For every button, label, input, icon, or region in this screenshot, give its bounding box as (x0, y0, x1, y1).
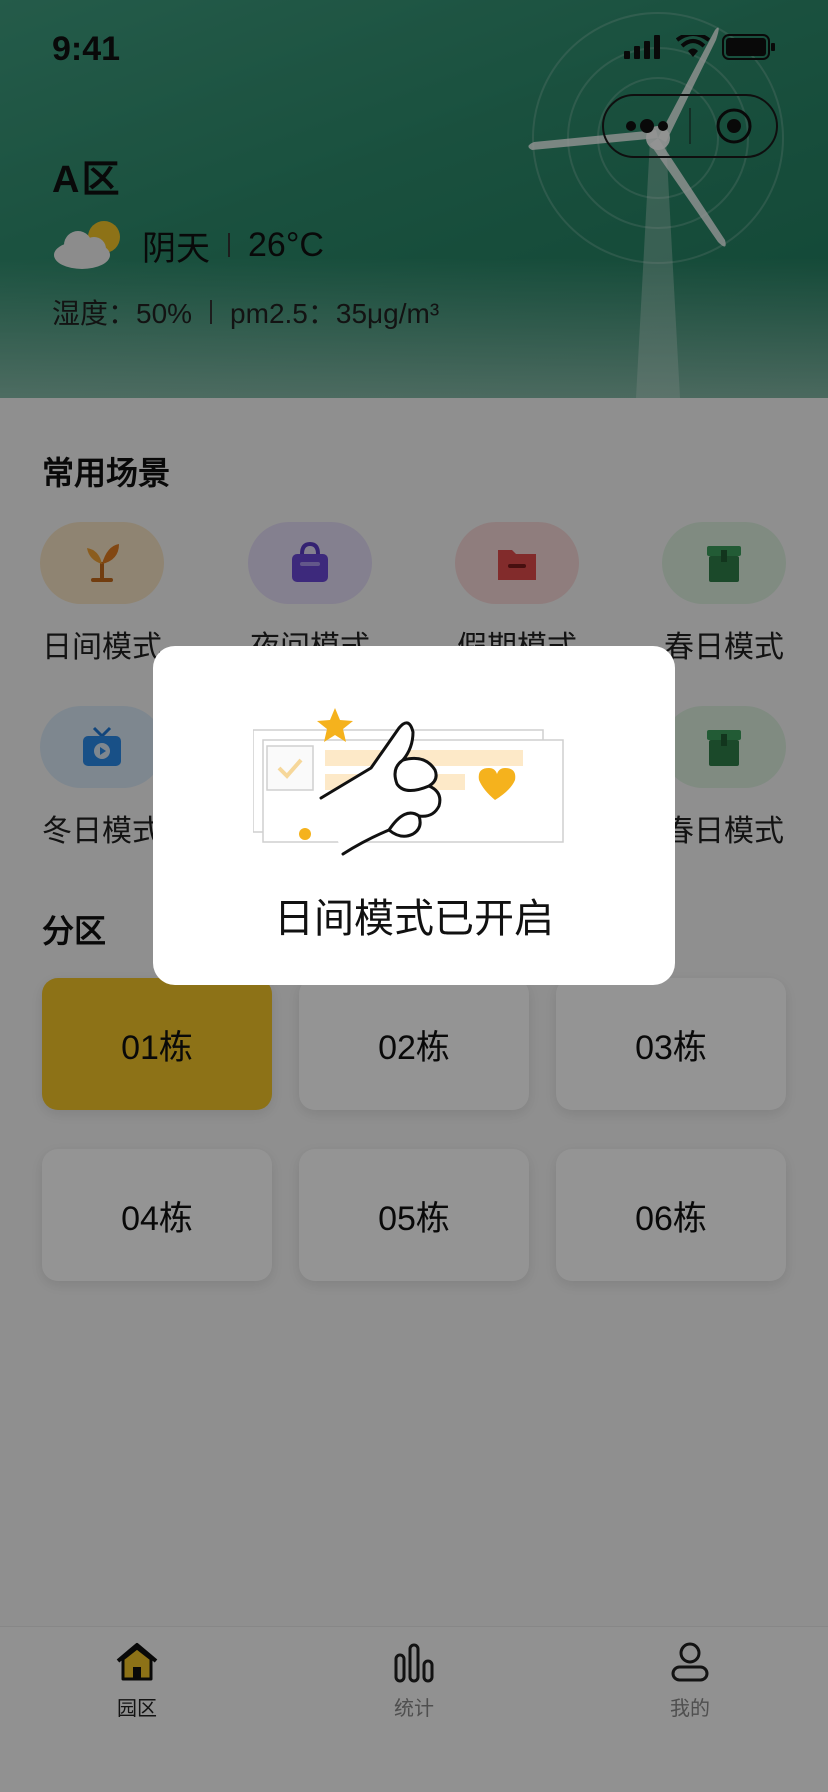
toast-dialog: 日间模式已开启 (153, 646, 675, 985)
toast-message: 日间模式已开启 (274, 897, 554, 941)
thumbs-up-illustration (253, 708, 564, 856)
